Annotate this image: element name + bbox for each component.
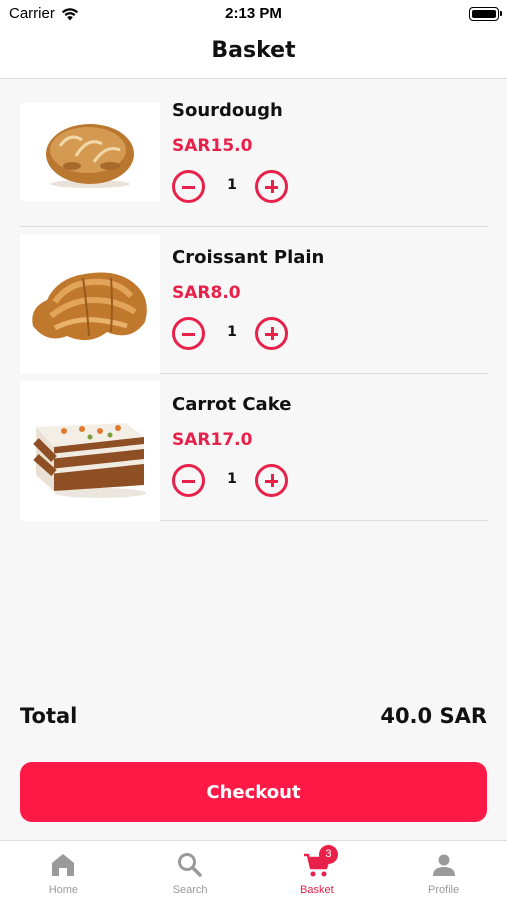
decrease-quantity-button[interactable] <box>172 317 205 350</box>
item-price: SAR8.0 <box>172 283 241 303</box>
page-title: Basket <box>211 38 296 63</box>
item-name: Carrot Cake <box>172 394 292 415</box>
tab-basket[interactable]: 3 Basket <box>254 841 381 900</box>
product-image-sourdough <box>20 103 160 201</box>
total-row: Total 40.0 SAR <box>20 704 487 736</box>
item-name: Croissant Plain <box>172 247 325 268</box>
total-label: Total <box>20 704 78 728</box>
product-image-carrot-cake <box>20 381 160 521</box>
item-quantity: 1 <box>227 324 237 340</box>
status-time: 2:13 PM <box>225 5 282 22</box>
quantity-stepper: 1 <box>172 170 292 204</box>
tab-label: Home <box>48 884 79 896</box>
tab-home[interactable]: Home <box>0 841 127 900</box>
quantity-stepper: 1 <box>172 317 292 351</box>
home-icon <box>52 854 75 876</box>
item-name: Sourdough <box>172 100 283 121</box>
tab-profile[interactable]: Profile <box>380 841 507 900</box>
item-price: SAR15.0 <box>172 136 253 156</box>
decrease-quantity-button[interactable] <box>172 464 205 497</box>
status-bar: Carrier 2:13 PM <box>0 0 507 30</box>
quantity-stepper: 1 <box>172 464 292 498</box>
item-quantity: 1 <box>227 177 237 193</box>
item-quantity: 1 <box>227 471 237 487</box>
person-icon <box>432 854 455 876</box>
increase-quantity-button[interactable] <box>255 170 288 203</box>
product-image-croissant <box>20 234 160 374</box>
item-price: SAR17.0 <box>172 430 253 450</box>
search-icon <box>178 853 202 877</box>
total-amount: 40.0 SAR <box>380 704 487 728</box>
cart-icon-wrapper: 3 <box>303 845 338 879</box>
tab-label: Profile <box>428 884 460 896</box>
decrease-quantity-button[interactable] <box>172 170 205 203</box>
basket-item: Carrot Cake SAR17.0 1 <box>20 374 488 521</box>
tab-label: Basket <box>300 884 334 896</box>
checkout-button[interactable]: Checkout <box>20 762 487 822</box>
increase-quantity-button[interactable] <box>255 317 288 350</box>
basket-item-list: Sourdough SAR15.0 1 Croissant Plain SAR8… <box>20 80 488 521</box>
tab-search[interactable]: Search <box>127 841 254 900</box>
tab-bar: Home Search 3 Basket Profile <box>0 840 507 900</box>
nav-header: Basket <box>0 30 507 79</box>
battery-icon <box>469 7 502 21</box>
basket-item: Sourdough SAR15.0 1 <box>20 80 488 227</box>
basket-count-badge: 3 <box>318 845 338 864</box>
basket-item: Croissant Plain SAR8.0 1 <box>20 227 488 374</box>
tab-label: Search <box>172 884 208 896</box>
increase-quantity-button[interactable] <box>255 464 288 497</box>
